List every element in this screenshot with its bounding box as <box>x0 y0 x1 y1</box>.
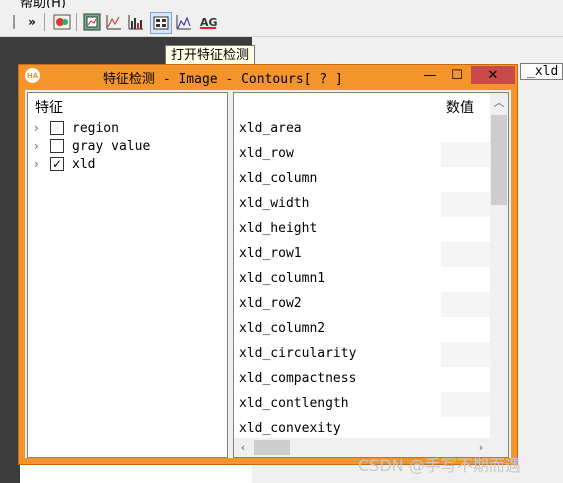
row-value-cell <box>441 217 491 242</box>
feature-row-label[interactable]: xld_column2 <box>239 321 325 336</box>
feature-tree: 特征 › region › gray value › ✓ xld <box>27 92 228 458</box>
toolbar: » AG <box>0 8 563 37</box>
toolbar-separator <box>44 13 45 31</box>
feature-row-label[interactable]: xld_compactness <box>239 371 356 386</box>
row-value-cell <box>441 242 491 267</box>
vertical-scroll-thumb[interactable] <box>491 115 507 205</box>
chevron-right-icon[interactable]: › <box>34 139 46 153</box>
row-value-cell <box>441 392 491 417</box>
value-column-header[interactable]: 数值 <box>446 97 474 117</box>
image-analysis-icon[interactable] <box>82 12 102 32</box>
feature-row-label[interactable]: xld_contlength <box>239 396 349 411</box>
tree-item-label: gray value <box>72 138 151 154</box>
dialog-client-area: 特征 › region › gray value › ✓ xld 数值 xld_… <box>25 90 511 458</box>
tree-item-gray-value[interactable]: › gray value <box>34 137 150 155</box>
row-value-cell <box>441 342 491 367</box>
vertical-scrollbar[interactable]: ︿ <box>490 93 508 438</box>
ocr-icon[interactable]: AG <box>198 12 218 32</box>
chevron-right-icon[interactable]: › <box>34 121 46 135</box>
checkmark-icon: ✓ <box>51 157 63 171</box>
row-value-cell <box>441 117 491 142</box>
region-checkbox[interactable] <box>50 121 64 135</box>
row-value-cell <box>441 292 491 317</box>
background-text-field[interactable]: _xld <box>520 63 563 80</box>
histogram-icon[interactable] <box>126 12 146 32</box>
feature-row-label[interactable]: xld_row1 <box>239 246 302 261</box>
scroll-left-icon[interactable]: ‹ <box>234 438 252 456</box>
xld-checkbox[interactable]: ✓ <box>50 157 64 171</box>
row-value-cell <box>441 167 491 192</box>
close-button[interactable]: ✕ <box>471 66 515 84</box>
halcon-app-icon: HA <box>25 68 40 83</box>
toolbar-separator <box>76 13 77 31</box>
tree-item-label: xld <box>72 156 96 172</box>
feature-row-label[interactable]: xld_width <box>239 196 309 211</box>
scroll-up-icon[interactable]: ︿ <box>490 93 508 111</box>
row-value-cell <box>441 142 491 167</box>
feature-row-label[interactable]: xld_row <box>239 146 294 161</box>
tooltip-open-feature-inspection: 打开特征检测 <box>165 45 256 65</box>
feature-inspection-icon[interactable] <box>150 12 172 34</box>
dialog-title: 特征检测 - Image - Contours[ ? ] <box>103 72 343 87</box>
row-value-cell <box>441 317 491 342</box>
feature-row-label[interactable]: xld_area <box>239 121 302 136</box>
tree-item-xld[interactable]: › ✓ xld <box>34 155 95 173</box>
maximize-button[interactable]: ☐ <box>444 66 470 84</box>
feature-row-label[interactable]: xld_circularity <box>239 346 356 361</box>
chevron-right-icon[interactable]: › <box>34 157 46 171</box>
gray-value-checkbox[interactable] <box>50 139 64 153</box>
menu-bar: 帮助(H) <box>0 0 563 8</box>
feature-tree-header: 特征 <box>35 100 63 116</box>
left-dark-panel <box>0 37 20 483</box>
color-palette-icon[interactable] <box>52 12 72 32</box>
toolbar-overflow-button[interactable]: » <box>22 12 42 32</box>
line-profile-icon[interactable] <box>104 12 124 32</box>
menu-help[interactable]: 帮助(H) <box>20 0 66 8</box>
tree-item-region[interactable]: › region <box>34 119 119 137</box>
feature-row-label[interactable]: xld_column <box>239 171 317 186</box>
feature-inspection-dialog: HA 特征检测 - Image - Contours[ ? ] — ☐ ✕ 特征… <box>18 64 518 465</box>
gray-histogram-icon[interactable] <box>174 12 194 32</box>
feature-row-label[interactable]: xld_column1 <box>239 271 325 286</box>
watermark: CSDN @手写不期而遇 <box>358 456 521 475</box>
row-value-cell <box>441 367 491 392</box>
feature-row-label[interactable]: xld_row2 <box>239 296 302 311</box>
feature-row-label[interactable]: xld_height <box>239 221 317 236</box>
horizontal-scroll-thumb[interactable] <box>254 440 290 455</box>
feature-value-list: 数值 xld_area xld_row xld_column xld_widthxld… <box>233 92 509 458</box>
row-value-cell <box>441 192 491 217</box>
toolbar-grip-icon <box>4 12 24 32</box>
tree-item-label: region <box>72 120 119 136</box>
dialog-title-bar[interactable]: HA 特征检测 - Image - Contours[ ? ] — ☐ ✕ <box>19 65 517 87</box>
feature-row-label[interactable]: xld_convexity <box>239 421 341 436</box>
minimize-button[interactable]: — <box>417 66 443 84</box>
row-value-cell <box>441 267 491 292</box>
